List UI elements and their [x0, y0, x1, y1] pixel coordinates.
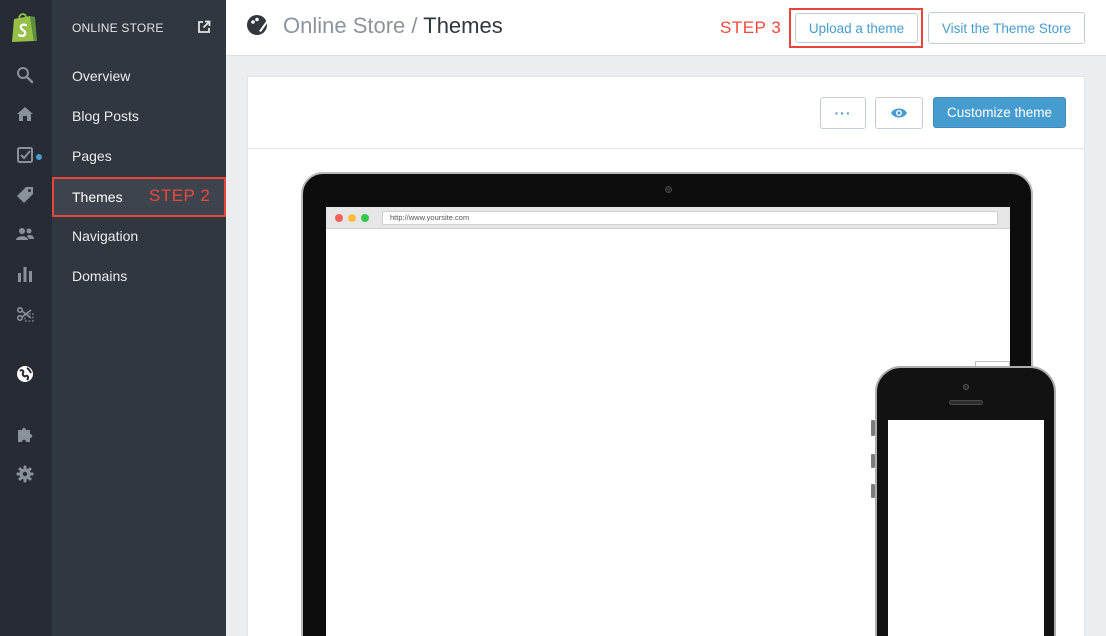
minimize-dot-icon	[348, 214, 356, 222]
eye-icon	[891, 108, 907, 118]
search-icon[interactable]	[14, 64, 36, 86]
preview-url-bar: http://www.yoursite.com	[382, 211, 998, 225]
phone-camera	[963, 384, 969, 390]
external-link-icon[interactable]	[197, 20, 211, 34]
close-dot-icon	[335, 214, 343, 222]
breadcrumb: Online Store / Themes	[283, 13, 503, 39]
notification-dot	[36, 154, 42, 160]
customers-icon[interactable]	[14, 223, 36, 245]
page-title: Themes	[423, 13, 503, 38]
breadcrumb-parent[interactable]: Online Store	[283, 13, 405, 38]
more-actions-button[interactable]: ···	[820, 97, 866, 129]
shopify-bag-icon[interactable]	[10, 11, 38, 43]
visit-theme-store-button[interactable]: Visit the Theme Store	[928, 12, 1085, 44]
phone-mute-switch	[871, 420, 875, 436]
reports-icon[interactable]	[14, 263, 36, 285]
home-icon[interactable]	[14, 103, 36, 125]
theme-palette-icon	[247, 15, 268, 35]
subnav-item-domains[interactable]: Domains	[52, 256, 226, 296]
phone-mockup	[871, 366, 1056, 636]
online-store-subnav: ONLINE STORE Overview Blog Posts Pages T…	[52, 0, 226, 636]
step2-annotation: STEP 2	[149, 186, 211, 205]
online-store-globe-icon[interactable]	[14, 363, 36, 385]
step3-annotation: STEP 3	[720, 18, 782, 37]
apps-puzzle-icon[interactable]	[14, 423, 36, 445]
upload-theme-button[interactable]: Upload a theme	[795, 13, 918, 43]
more-dots-icon: ···	[834, 105, 852, 121]
card-toolbar: ··· Customize theme	[248, 77, 1084, 149]
settings-gear-icon[interactable]	[14, 463, 36, 485]
subnav-item-navigation[interactable]: Navigation	[52, 216, 226, 256]
customize-theme-button[interactable]: Customize theme	[933, 97, 1066, 128]
phone-volume-up	[871, 454, 875, 468]
subnav-item-pages[interactable]: Pages	[52, 136, 226, 176]
discounts-icon[interactable]	[14, 303, 36, 325]
phone-volume-down	[871, 484, 875, 498]
icon-rail	[0, 0, 52, 636]
subnav-header: ONLINE STORE	[72, 21, 164, 35]
phone-speaker	[949, 400, 983, 405]
orders-icon[interactable]	[14, 144, 36, 166]
preview-button[interactable]	[875, 97, 923, 129]
browser-chrome: http://www.yoursite.com	[326, 207, 1010, 229]
phone-screen	[888, 420, 1044, 636]
breadcrumb-separator: /	[405, 13, 424, 38]
products-tag-icon[interactable]	[14, 184, 36, 206]
theme-preview-card: ··· Customize theme http://www.yoursite.…	[247, 76, 1085, 636]
subnav-item-blog-posts[interactable]: Blog Posts	[52, 96, 226, 136]
subnav-item-overview[interactable]: Overview	[52, 56, 226, 96]
maximize-dot-icon	[361, 214, 369, 222]
laptop-camera	[665, 186, 672, 193]
